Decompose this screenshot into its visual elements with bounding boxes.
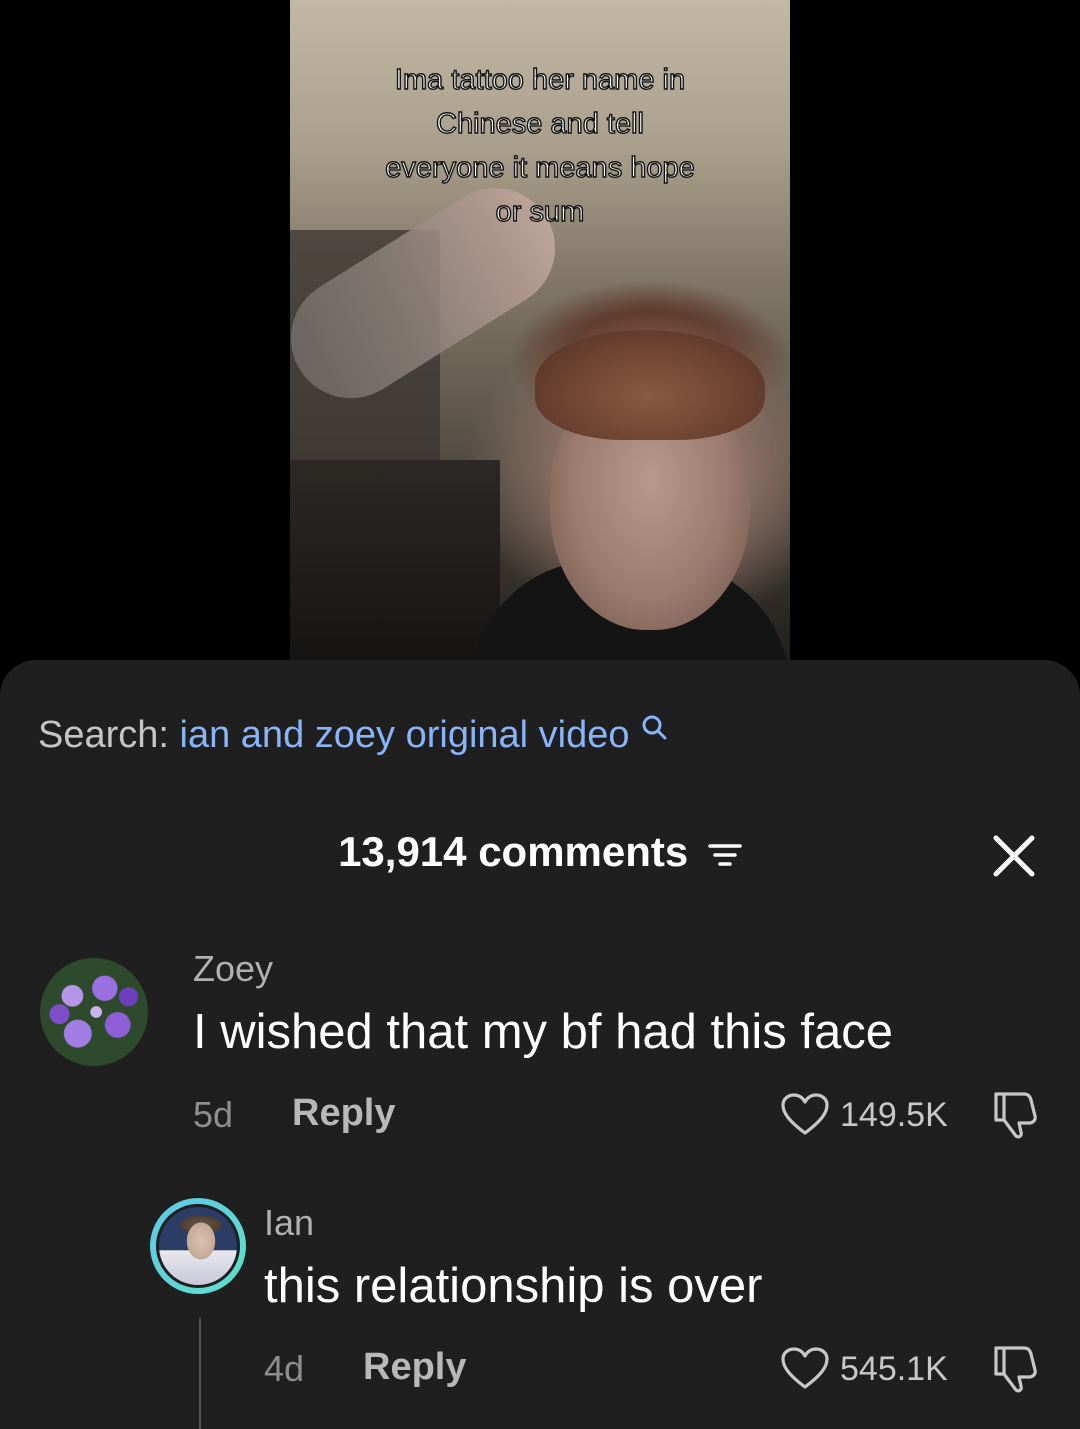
like-count: 545.1K: [840, 1350, 948, 1388]
thread-line: [199, 1318, 201, 1429]
heart-icon[interactable]: [780, 1346, 830, 1395]
filter-icon[interactable]: [708, 831, 742, 879]
dislike-icon[interactable]: [988, 1090, 1040, 1145]
ian-avatar[interactable]: [150, 1198, 246, 1294]
search-icon[interactable]: [640, 710, 670, 753]
comments-header: 13,914 comments: [0, 828, 1080, 879]
comment-age: 4d: [264, 1348, 305, 1389]
search-query[interactable]: ian and zoey original video: [180, 714, 630, 756]
comment-text: this relationship is over: [264, 1259, 763, 1313]
caption-line: Ima tattoo her name in: [394, 63, 686, 96]
dislike-icon[interactable]: [988, 1344, 1040, 1399]
caption-line: everyone it means hope: [385, 151, 696, 184]
like-count: 149.5K: [840, 1096, 948, 1134]
video-player[interactable]: Ima tattoo her name in Chinese and tell …: [290, 0, 790, 670]
close-icon[interactable]: [990, 832, 1038, 880]
comments-sheet: Search: ian and zoey original video 13,9…: [0, 660, 1080, 1429]
comment-author[interactable]: Ian: [264, 1202, 314, 1244]
person-hair: [535, 330, 765, 440]
reply-button[interactable]: Reply: [363, 1346, 466, 1389]
search-prefix: Search:: [38, 714, 169, 756]
comment-author[interactable]: Zoey: [193, 948, 273, 990]
comment-text: I wished that my bf had this face: [193, 1005, 893, 1059]
caption-line: or sum: [495, 195, 585, 228]
reply-button[interactable]: Reply: [292, 1092, 395, 1135]
search-suggestion[interactable]: Search: ian and zoey original video: [38, 714, 670, 757]
comment-age: 5d: [193, 1094, 234, 1135]
kitchen-counter: [290, 460, 500, 670]
caption-line: Chinese and tell: [435, 107, 644, 140]
purple-flowers-avatar[interactable]: [40, 958, 148, 1066]
ian-avatar-photo: [156, 1204, 240, 1288]
video-caption: Ima tattoo her name in Chinese and tell …: [290, 58, 790, 234]
heart-icon[interactable]: [780, 1092, 830, 1141]
comments-count: 13,914 comments: [338, 828, 689, 875]
